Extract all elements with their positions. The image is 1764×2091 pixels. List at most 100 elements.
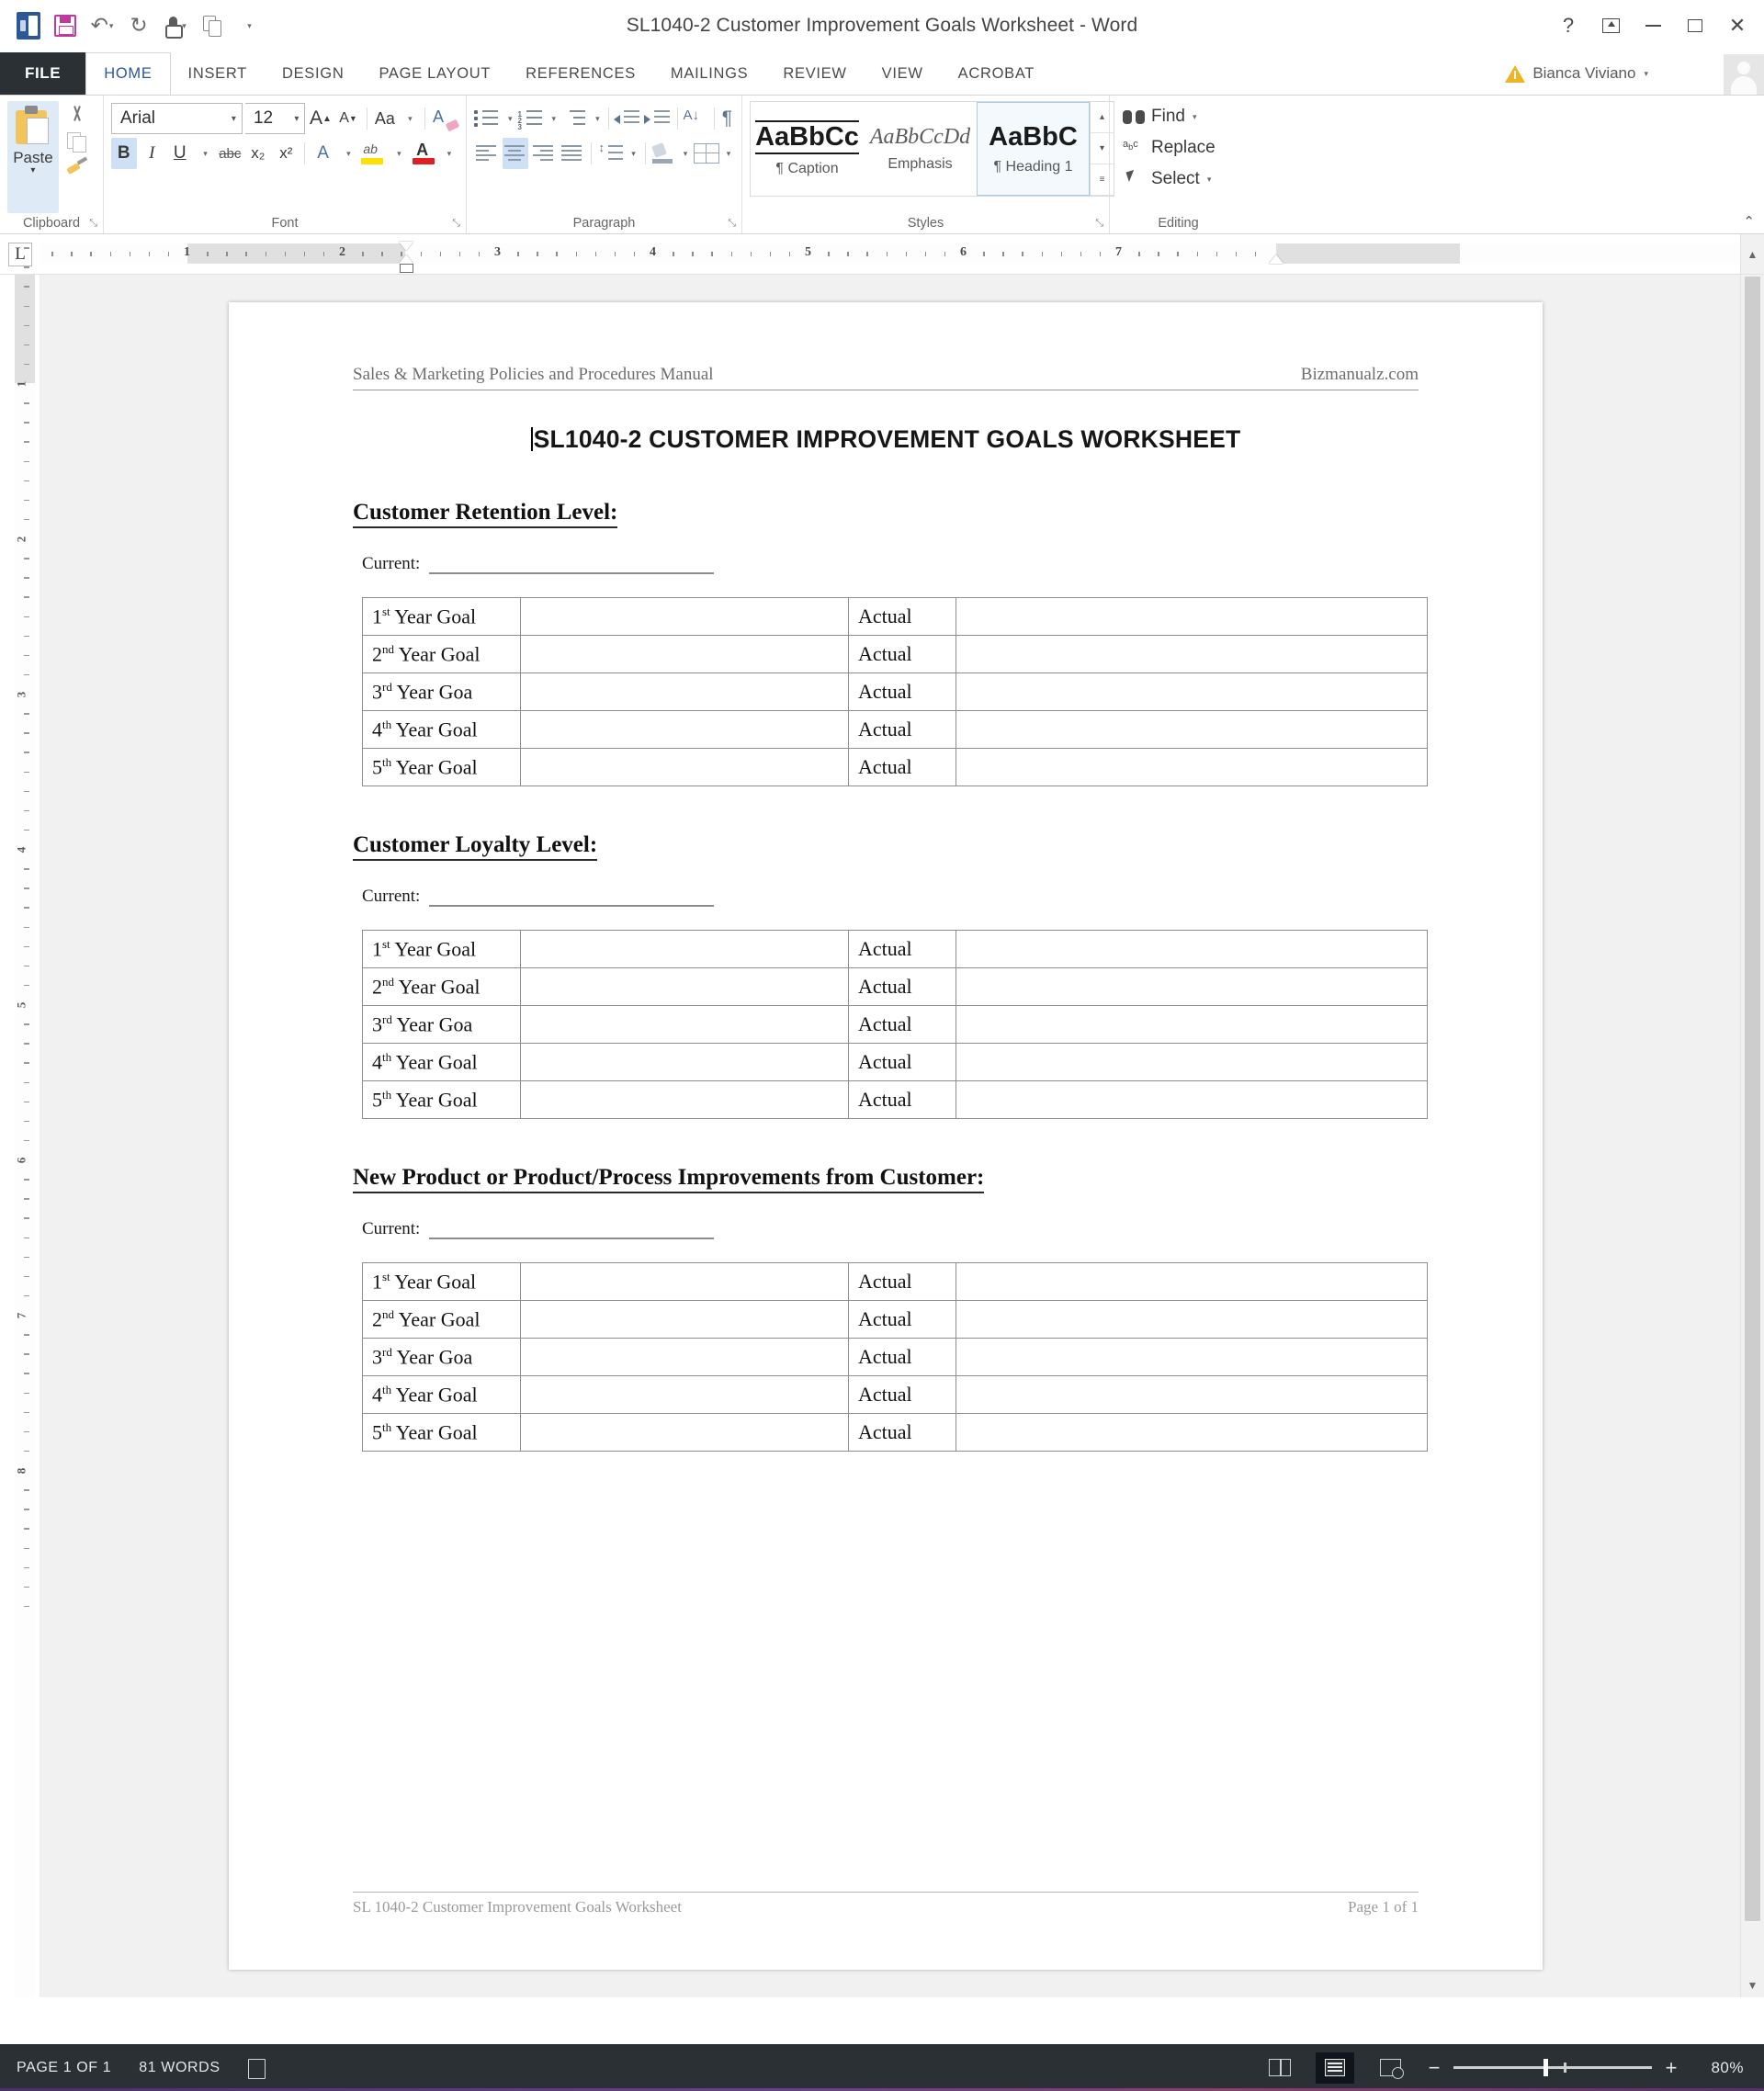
close-button[interactable]: ✕ <box>1716 6 1758 45</box>
sort-button[interactable]: A↓ <box>683 103 708 134</box>
goal-label-cell[interactable]: 3rd Year Goa <box>362 1338 521 1376</box>
goal-value-cell[interactable] <box>520 1043 849 1081</box>
goal-value-cell[interactable] <box>520 1413 849 1452</box>
table-row[interactable]: 1st Year Goal Actual <box>362 597 1428 636</box>
format-painter-icon[interactable] <box>65 156 89 178</box>
paste-button[interactable]: Paste ▾ <box>7 101 59 213</box>
actual-value-cell[interactable] <box>956 710 1428 749</box>
align-center-button[interactable] <box>503 138 528 169</box>
actual-label-cell[interactable]: Actual <box>848 930 956 968</box>
align-right-button[interactable] <box>531 138 557 169</box>
zoom-in-button[interactable]: + <box>1663 2056 1679 2080</box>
goals-table[interactable]: 1st Year Goal Actual 2nd Year Goal Actua… <box>362 930 1428 1119</box>
multilevel-list-chevron[interactable]: ▾ <box>592 103 603 134</box>
tab-insert[interactable]: INSERT <box>171 52 265 95</box>
table-row[interactable]: 2nd Year Goal Actual <box>362 635 1428 673</box>
show-formatting-marks-button[interactable]: ¶ <box>720 103 734 134</box>
align-left-button[interactable] <box>474 138 500 169</box>
actual-value-cell[interactable] <box>956 1300 1428 1339</box>
select-chevron-down-icon[interactable]: ▾ <box>1207 175 1212 185</box>
italic-button[interactable]: I <box>140 138 165 169</box>
customize-qat-button[interactable]: ▾ <box>233 10 265 41</box>
underline-chevron[interactable]: ▾ <box>196 138 215 169</box>
goal-label-cell[interactable]: 5th Year Goal <box>362 748 521 786</box>
table-row[interactable]: 1st Year Goal Actual <box>362 930 1428 968</box>
underline-button[interactable]: U <box>167 138 193 169</box>
tab-file[interactable]: FILE <box>0 52 86 95</box>
copy-button[interactable] <box>197 10 228 41</box>
actual-label-cell[interactable]: Actual <box>848 1005 956 1044</box>
styles-dialog-launcher[interactable]: ⤡ <box>1095 218 1103 230</box>
word-logo-button[interactable] <box>13 10 44 41</box>
goal-value-cell[interactable] <box>520 710 849 749</box>
find-chevron-down-icon[interactable]: ▾ <box>1193 112 1197 122</box>
goal-label-cell[interactable]: 1st Year Goal <box>362 930 521 968</box>
actual-label-cell[interactable]: Actual <box>848 748 956 786</box>
scrollbar-thumb[interactable] <box>1745 277 1760 1921</box>
actual-value-cell[interactable] <box>956 1413 1428 1452</box>
font-size-chevron-down-icon[interactable]: ▾ <box>294 114 299 124</box>
subscript-button[interactable]: x₂ <box>245 138 271 169</box>
clipboard-dialog-launcher[interactable]: ⤡ <box>89 218 97 230</box>
style-emphasis[interactable]: AaBbCcDd Emphasis <box>864 102 977 196</box>
page-status[interactable]: PAGE 1 OF 1 <box>17 2060 111 2076</box>
decrease-indent-button[interactable] <box>614 103 641 134</box>
read-mode-button[interactable] <box>1261 2052 1299 2084</box>
text-highlight-chevron[interactable]: ▾ <box>389 138 408 169</box>
change-case-chevron[interactable]: ▾ <box>401 103 420 134</box>
goals-table[interactable]: 1st Year Goal Actual 2nd Year Goal Actua… <box>362 1262 1428 1452</box>
tab-review[interactable]: REVIEW <box>765 52 864 95</box>
multilevel-list-button[interactable] <box>561 103 589 134</box>
bullets-chevron[interactable]: ▾ <box>504 103 515 134</box>
numbering-chevron[interactable]: ▾ <box>548 103 560 134</box>
table-row[interactable]: 3rd Year Goa Actual <box>362 673 1428 711</box>
actual-value-cell[interactable] <box>956 1338 1428 1376</box>
goal-value-cell[interactable] <box>520 1300 849 1339</box>
table-row[interactable]: 3rd Year Goa Actual <box>362 1338 1428 1376</box>
superscript-button[interactable]: x² <box>274 138 300 169</box>
goal-label-cell[interactable]: 3rd Year Goa <box>362 673 521 711</box>
goal-label-cell[interactable]: 2nd Year Goal <box>362 967 521 1006</box>
goal-label-cell[interactable]: 4th Year Goal <box>362 710 521 749</box>
table-row[interactable]: 2nd Year Goal Actual <box>362 967 1428 1006</box>
actual-value-cell[interactable] <box>956 967 1428 1006</box>
justify-button[interactable] <box>560 138 585 169</box>
tab-home[interactable]: HOME <box>85 52 171 95</box>
actual-value-cell[interactable] <box>956 1080 1428 1119</box>
cut-icon[interactable] <box>66 105 88 127</box>
scroll-up-button[interactable]: ▲ <box>1740 234 1764 274</box>
document-page[interactable]: Sales & Marketing Policies and Procedure… <box>229 302 1543 1970</box>
actual-label-cell[interactable]: Actual <box>848 710 956 749</box>
font-size-input[interactable]: 12 ▾ <box>244 103 306 134</box>
goal-value-cell[interactable] <box>520 1375 849 1414</box>
current-input-line[interactable] <box>429 1226 715 1239</box>
paste-chevron-down-icon[interactable]: ▾ <box>30 166 35 175</box>
actual-value-cell[interactable] <box>956 635 1428 673</box>
font-dialog-launcher[interactable]: ⤡ <box>452 218 460 230</box>
borders-chevron[interactable]: ▾ <box>722 138 734 169</box>
table-row[interactable]: 5th Year Goal Actual <box>362 1080 1428 1119</box>
goal-value-cell[interactable] <box>520 635 849 673</box>
collapse-ribbon-button[interactable]: ⌃ <box>1743 213 1755 230</box>
actual-label-cell[interactable]: Actual <box>848 1413 956 1452</box>
actual-label-cell[interactable]: Actual <box>848 1080 956 1119</box>
grow-font-button[interactable]: A ▲ <box>308 103 333 134</box>
print-layout-button[interactable] <box>1316 2051 1354 2084</box>
tab-mailings[interactable]: MAILINGS <box>653 52 765 95</box>
save-button[interactable] <box>50 10 81 41</box>
actual-label-cell[interactable]: Actual <box>848 1300 956 1339</box>
zoom-slider-thumb[interactable] <box>1544 2059 1548 2076</box>
tab-acrobat[interactable]: ACROBAT <box>941 52 1052 95</box>
scroll-down-button[interactable]: ▼ <box>1740 1973 1764 1997</box>
table-row[interactable]: 2nd Year Goal Actual <box>362 1300 1428 1339</box>
account-area[interactable]: Bianca Viviano ▾ <box>1505 52 1718 95</box>
maximize-button[interactable] <box>1674 6 1716 45</box>
undo-button[interactable]: ↶ ▾ <box>86 10 118 41</box>
account-chevron-down-icon[interactable]: ▾ <box>1644 69 1648 79</box>
bullets-button[interactable] <box>474 103 502 134</box>
zoom-out-button[interactable]: − <box>1426 2056 1442 2080</box>
style-caption[interactable]: AaBbCc ¶ Caption <box>751 102 864 196</box>
goal-label-cell[interactable]: 5th Year Goal <box>362 1413 521 1452</box>
table-row[interactable]: 4th Year Goal Actual <box>362 1043 1428 1081</box>
goal-label-cell[interactable]: 1st Year Goal <box>362 1262 521 1301</box>
